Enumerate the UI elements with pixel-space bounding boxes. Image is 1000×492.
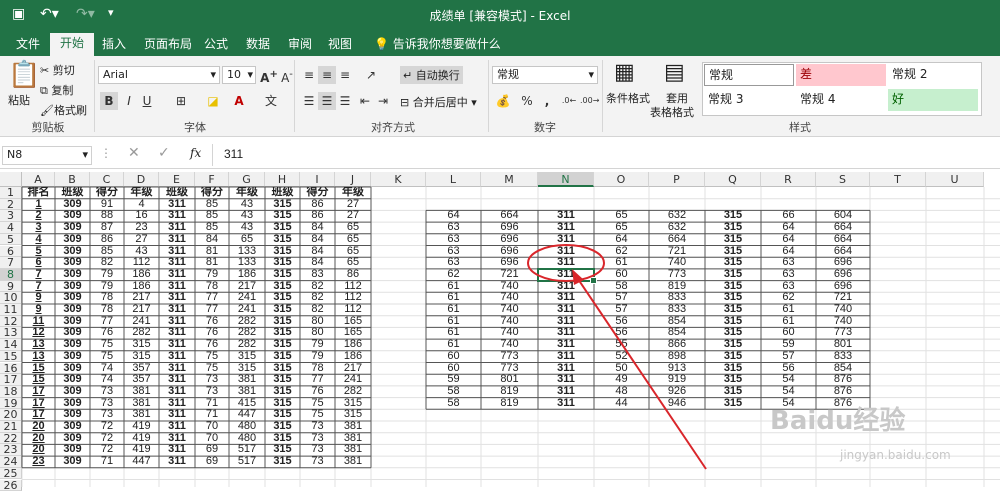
align-left-icon[interactable]: ☰ [300,92,318,110]
increase-indent-icon[interactable]: ⇥ [374,92,392,110]
merge-icon: ⊟ [400,96,413,109]
tab-file[interactable]: 文件 [6,34,50,56]
underline-button[interactable]: U [138,92,156,110]
title-bar: ▣ ↶▾ ↷▾ ▾ 成绩单 [兼容模式] - Excel [0,0,1000,30]
lightbulb-icon: 💡 [374,37,389,51]
name-box[interactable]: N8 ▾ [2,146,92,165]
paste-button[interactable]: 粘贴 [8,92,30,108]
format-painter-button[interactable]: 🖌格式刷 [40,102,87,118]
phonetic-icon[interactable]: 文 [262,92,280,110]
align-top-icon[interactable]: ≡ [300,66,318,84]
separator [488,60,489,132]
font-name-select[interactable]: Arial ▾ [98,66,220,84]
style-normal-4[interactable]: 常规 4 [796,89,886,111]
wrap-text-button[interactable]: ↵ 自动换行 [400,66,463,84]
copy-button[interactable]: ⧉ 复制 [40,82,73,98]
percent-icon[interactable]: % [518,92,536,110]
font-size-select[interactable]: 10 ▾ [222,66,256,84]
fx-icon[interactable]: fx [190,146,201,160]
chevron-down-icon: ▾ [82,148,88,161]
chevron-down-icon: ▾ [210,68,216,81]
clipboard-group-label: 剪贴板 [31,121,65,134]
align-center-icon[interactable]: ☰ [318,92,336,110]
style-normal-2[interactable]: 常规 2 [888,64,978,86]
number-group-label: 数字 [534,121,556,134]
font-color-icon[interactable]: A [230,92,248,110]
tab-data[interactable]: 数据 [236,34,280,56]
increase-decimal-icon[interactable]: .0← [560,92,578,110]
bold-button[interactable]: B [100,92,118,110]
conditional-format-button[interactable]: 条件格式 [606,90,650,106]
spreadsheet-grid[interactable]: ABCDEFGHIJKLMNOPQRSTU 1 2 3 4 5 6 7 8 9 10 11 12 13 1… [0,172,1000,492]
separator [602,60,603,132]
tab-view[interactable]: 视图 [318,34,362,56]
comma-icon[interactable]: , [538,92,556,110]
tab-home[interactable]: 开始 [50,33,95,56]
format-table-icon[interactable]: ▤ [664,60,685,85]
align-bottom-icon[interactable]: ≡ [336,66,354,84]
formula-input[interactable]: 311 [224,147,243,161]
style-normal[interactable]: 常规 [704,64,794,86]
format-table-line2[interactable]: 表格格式 [650,104,694,120]
scissors-icon: ✂ [40,64,53,77]
brush-icon: 🖌 [40,104,54,117]
more-icon: ⋮ [100,146,112,160]
window-title: 成绩单 [兼容模式] - Excel [429,9,571,23]
alignment-group-label: 对齐方式 [371,121,415,134]
tab-insert[interactable]: 插入 [92,34,136,56]
decrease-indent-icon[interactable]: ⇤ [356,92,374,110]
annotation-arrow-head [572,269,584,286]
orientation-icon[interactable]: ↗ [362,66,380,84]
cut-button[interactable]: ✂ 剪切 [40,62,75,78]
copy-icon: ⧉ [40,84,52,97]
decrease-decimal-icon[interactable]: .00→ [580,92,599,110]
borders-icon[interactable]: ⊞ [172,92,190,110]
style-normal-3[interactable]: 常规 3 [704,89,794,111]
conditional-format-icon[interactable]: ▦ [614,60,635,85]
baidu-watermark-url: jingyan.baidu.com [840,448,951,462]
fill-color-icon[interactable]: ◪ [204,92,222,110]
align-right-icon[interactable]: ☰ [336,92,354,110]
wrap-icon: ↵ [403,69,416,82]
ribbon: 📋 粘贴 ✂ 剪切 ⧉ 复制 🖌格式刷 剪贴板 Arial ▾ 10 ▾ A+ A-… [0,56,1000,137]
separator [94,60,95,132]
ribbon-tabs: 文件 开始 插入 页面布局 公式 数据 审阅 视图 💡 告诉我你想要做什么 [0,30,1000,56]
styles-group-label: 样式 [789,121,811,134]
currency-icon[interactable]: 💰 [494,92,512,110]
chevron-down-icon: ▾ [247,68,253,81]
annotation-arrow [573,272,707,470]
align-middle-icon[interactable]: ≡ [318,66,336,84]
merge-center-button[interactable]: ⊟ 合并后居中 ▾ [400,94,477,110]
formula-bar: N8 ▾ ⋮ ✕ ✓ fx 311 [0,142,1000,169]
tab-review[interactable]: 审阅 [278,34,322,56]
tab-formulas[interactable]: 公式 [194,34,238,56]
tell-me-box[interactable]: 💡 告诉我你想要做什么 [364,34,511,56]
tab-page-layout[interactable]: 页面布局 [134,34,202,56]
baidu-watermark-logo: Baidu经验 [770,406,906,436]
enter-icon[interactable]: ✓ [158,145,170,161]
number-format-select[interactable]: 常规 ▾ [492,66,598,84]
font-group-label: 字体 [184,121,206,134]
cancel-icon[interactable]: ✕ [128,145,140,161]
style-bad[interactable]: 差 [796,64,886,86]
italic-button[interactable]: I [120,92,138,110]
tell-me-text: 告诉我你想要做什么 [392,37,501,51]
paste-icon[interactable]: 📋 [8,60,40,90]
style-good[interactable]: 好 [888,89,978,111]
increase-font-icon[interactable]: A+ [260,66,278,85]
chevron-down-icon: ▾ [588,68,594,81]
separator [294,60,295,132]
separator [212,144,213,166]
annotation-layer [527,244,707,470]
highlight-circle [527,244,605,283]
